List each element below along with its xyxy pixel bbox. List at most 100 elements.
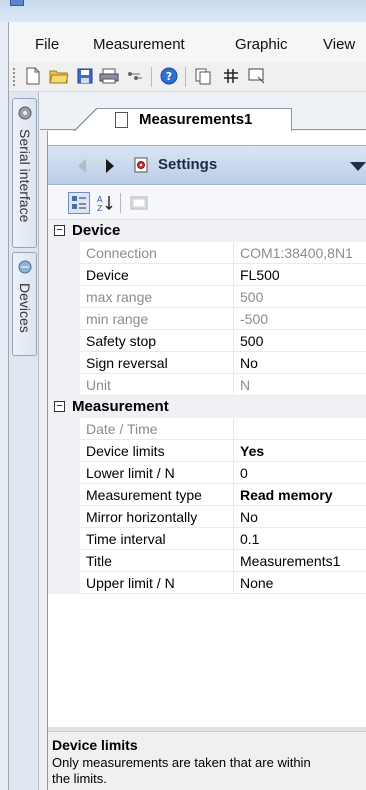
property-name: min range xyxy=(80,308,234,330)
tab-serial-interface[interactable]: Serial interface xyxy=(12,98,37,248)
chevron-down-icon[interactable] xyxy=(350,162,366,171)
property-value: COM1:38400,8N1 xyxy=(234,242,366,264)
copy-icon[interactable] xyxy=(193,66,213,86)
help-icon[interactable]: ? xyxy=(159,66,179,86)
tab-devices-label: Devices xyxy=(17,283,33,333)
property-name: Measurement type xyxy=(80,484,234,506)
property-value[interactable]: 500 xyxy=(234,330,366,352)
property-pages-button[interactable] xyxy=(128,192,150,214)
toolbar: ? xyxy=(9,62,366,92)
property-row-unit[interactable]: Unit N xyxy=(48,374,366,396)
transfer-icon[interactable] xyxy=(125,66,145,86)
property-row-lower-limit[interactable]: Lower limit / N 0 xyxy=(48,462,366,484)
toolbar-separator xyxy=(151,67,152,87)
category-label: Device xyxy=(72,222,121,239)
help-title: Device limits xyxy=(52,737,138,753)
property-row-sign-reversal[interactable]: Sign reversal No xyxy=(48,352,366,374)
menu-measurement[interactable]: Measurement xyxy=(93,36,185,53)
category-measurement[interactable]: − Measurement xyxy=(48,396,366,418)
svg-text:?: ? xyxy=(166,70,172,83)
property-name: Connection xyxy=(80,242,234,264)
property-row-device[interactable]: Device FL500 xyxy=(48,264,366,286)
property-grid-toolbar: A Z xyxy=(48,186,366,220)
print-icon[interactable] xyxy=(99,66,119,86)
grid-toolbar-separator xyxy=(120,193,121,213)
property-name: Title xyxy=(80,550,234,572)
property-value[interactable]: None xyxy=(234,572,366,594)
window-title-bar xyxy=(0,0,366,22)
serial-port-icon xyxy=(18,106,32,120)
property-name: Time interval xyxy=(80,528,234,550)
settings-panel: Settings A Z − Device Connection COM1:38… xyxy=(47,131,366,790)
settings-navigator: Settings xyxy=(48,145,366,185)
property-value[interactable]: FL500 xyxy=(234,264,366,286)
property-row-device-limits[interactable]: Device limits Yes xyxy=(48,440,366,462)
left-tool-strip: Serial interface Devices xyxy=(9,92,39,790)
next-arrow-icon[interactable] xyxy=(106,159,114,173)
app-icon xyxy=(10,0,24,6)
grid-icon[interactable] xyxy=(221,66,241,86)
property-row-measurement-type[interactable]: Measurement type Read memory xyxy=(48,484,366,506)
category-device[interactable]: − Device xyxy=(48,220,366,242)
tab-serial-interface-label: Serial interface xyxy=(17,129,33,223)
help-pane: Device limits Only measurements are take… xyxy=(48,731,366,790)
property-row-min-range[interactable]: min range -500 xyxy=(48,308,366,330)
open-folder-icon[interactable] xyxy=(49,66,69,86)
screen-icon[interactable] xyxy=(247,66,267,86)
menu-bar: File Measurement Graphic View xyxy=(9,22,366,62)
property-name: max range xyxy=(80,286,234,308)
property-grid: − Device Connection COM1:38400,8N1 Devic… xyxy=(48,220,366,594)
document-tab[interactable]: Measurements1 xyxy=(73,108,292,132)
property-value[interactable]: No xyxy=(234,506,366,528)
categorized-view-button[interactable] xyxy=(68,192,90,214)
property-value[interactable]: 0.1 xyxy=(234,528,366,550)
property-name: Safety stop xyxy=(80,330,234,352)
categorized-icon xyxy=(72,196,86,209)
property-pages-icon xyxy=(130,196,148,210)
property-value[interactable]: Read memory xyxy=(234,484,366,506)
category-label: Measurement xyxy=(72,398,169,415)
property-row-safety-stop[interactable]: Safety stop 500 xyxy=(48,330,366,352)
property-value: N xyxy=(234,374,366,396)
property-value[interactable]: Yes xyxy=(234,440,366,462)
toolbar-grip[interactable] xyxy=(13,68,16,86)
svg-text:Z: Z xyxy=(97,204,103,212)
help-description: Only measurements are taken that are wit… xyxy=(52,755,311,786)
property-row-upper-limit[interactable]: Upper limit / N None xyxy=(48,572,366,594)
property-row-max-range[interactable]: max range 500 xyxy=(48,286,366,308)
property-name: Device limits xyxy=(80,440,234,462)
menu-file[interactable]: File xyxy=(35,36,59,53)
menu-graphic[interactable]: Graphic xyxy=(235,36,288,53)
property-name: Mirror horizontally xyxy=(80,506,234,528)
collapse-icon[interactable]: − xyxy=(54,225,65,236)
property-value xyxy=(234,418,366,440)
toolbar-separator xyxy=(185,67,186,87)
property-row-date-time[interactable]: Date / Time xyxy=(48,418,366,440)
property-row-title[interactable]: Title Measurements1 xyxy=(48,550,366,572)
collapse-icon[interactable]: − xyxy=(54,401,65,412)
new-file-icon[interactable] xyxy=(23,66,43,86)
property-value[interactable]: 0 xyxy=(234,462,366,484)
previous-arrow-icon[interactable] xyxy=(78,159,86,173)
property-value[interactable]: No xyxy=(234,352,366,374)
document-tab-strip: Measurements1 xyxy=(40,92,366,132)
main-window: File Measurement Graphic View ? Serial i… xyxy=(8,22,366,790)
property-row-mirror-horizontally[interactable]: Mirror horizontally No xyxy=(48,506,366,528)
settings-icon xyxy=(134,157,148,173)
property-row-time-interval[interactable]: Time interval 0.1 xyxy=(48,528,366,550)
property-name: Upper limit / N xyxy=(80,572,234,594)
svg-text:A: A xyxy=(97,195,103,204)
property-name: Lower limit / N xyxy=(80,462,234,484)
property-name: Date / Time xyxy=(80,418,234,440)
property-name: Sign reversal xyxy=(80,352,234,374)
document-tab-title: Measurements1 xyxy=(139,111,253,128)
property-row-connection[interactable]: Connection COM1:38400,8N1 xyxy=(48,242,366,264)
menu-view[interactable]: View xyxy=(323,36,355,53)
settings-label[interactable]: Settings xyxy=(158,156,217,173)
alphabetical-sort-button[interactable]: A Z xyxy=(94,192,116,214)
property-value[interactable]: Measurements1 xyxy=(234,550,366,572)
tab-devices[interactable]: Devices xyxy=(12,252,37,356)
property-value: 500 xyxy=(234,286,366,308)
sort-az-icon: A Z xyxy=(97,195,113,212)
save-icon[interactable] xyxy=(75,66,95,86)
